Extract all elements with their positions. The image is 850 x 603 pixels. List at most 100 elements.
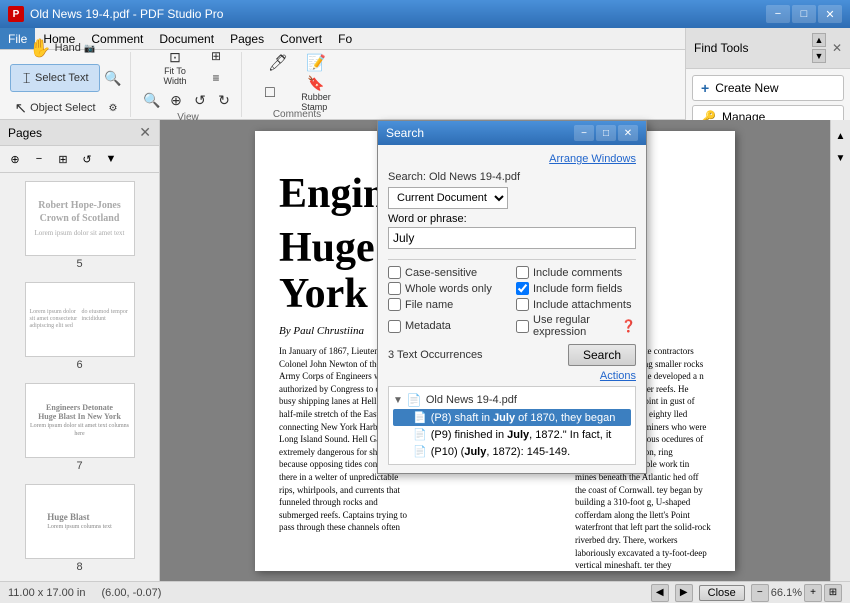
- menu-pages[interactable]: Pages: [222, 28, 272, 49]
- regex-checkbox[interactable]: [516, 320, 529, 333]
- search-dialog-title: Search: [386, 126, 424, 140]
- page-dimensions: 11.00 x 17.00 in: [8, 587, 85, 599]
- regex-help-icon[interactable]: ❓: [621, 319, 636, 333]
- search-file-row: Search: Old News 19-4.pdf: [388, 171, 636, 183]
- search-phrase-input[interactable]: [388, 227, 636, 249]
- page-nav-prev-button[interactable]: ◀: [651, 584, 669, 602]
- zoom-button[interactable]: 🔍: [102, 68, 124, 88]
- results-root[interactable]: ▼ 📄 Old News 19-4.pdf: [393, 391, 631, 409]
- file-name-option: File name: [388, 298, 508, 311]
- page-number-5: 5: [76, 258, 82, 270]
- metadata-label: Metadata: [405, 320, 451, 332]
- object-select-button[interactable]: ↖ Object Select: [10, 94, 100, 122]
- page-prev-button[interactable]: −: [28, 149, 50, 169]
- page-thumbnail-7[interactable]: Engineers DetonateHuge Blast In New York…: [4, 379, 155, 476]
- camera-button[interactable]: 📷: [79, 38, 101, 58]
- page-arrange-button[interactable]: ⊞: [52, 149, 74, 169]
- maximize-button[interactable]: □: [792, 5, 816, 23]
- zoom-in-status-button[interactable]: +: [804, 584, 822, 602]
- metadata-checkbox[interactable]: [388, 320, 401, 333]
- menu-fo[interactable]: Fo: [330, 28, 360, 49]
- search-scope-select[interactable]: Current Document: [388, 187, 508, 209]
- actions-link[interactable]: Actions: [388, 370, 636, 382]
- page-thumbnail-8[interactable]: Huge Blast Lorem ipsum columns text 8: [4, 480, 155, 577]
- fit-to-width-button[interactable]: ⊡ Fit ToWidth: [149, 53, 201, 81]
- minimize-button[interactable]: −: [766, 5, 790, 23]
- app-icon: P: [8, 6, 24, 22]
- zoom-fit-button[interactable]: ⊞: [824, 584, 842, 602]
- sidebar-scroll-down[interactable]: ▼: [833, 150, 849, 166]
- note-button[interactable]: 📝: [298, 49, 334, 77]
- page-rotate-button[interactable]: ↺: [76, 149, 98, 169]
- search-execute-button[interactable]: Search: [568, 344, 636, 366]
- page-number-8: 8: [76, 561, 82, 573]
- status-close-button[interactable]: Close: [699, 585, 745, 601]
- search-label: Search: Old News 19-4.pdf: [388, 171, 520, 183]
- sidebar-scroll-up[interactable]: ▲: [833, 128, 849, 144]
- headline-part5: York: [279, 271, 368, 317]
- pages-panel-title: Pages: [8, 126, 42, 140]
- dialog-close-button[interactable]: ✕: [618, 125, 638, 141]
- include-form-fields-label: Include form fields: [533, 283, 622, 295]
- page-number-7: 7: [76, 460, 82, 472]
- page-thumbnail-6[interactable]: Lorem ipsum dolor sit amet consectetur a…: [4, 278, 155, 375]
- toolbar-group-comments: 🖊 📝 □ 🔖 RubberStamp Comments: [246, 52, 348, 117]
- page-first-button[interactable]: ⊕: [4, 149, 26, 169]
- dialog-minimize-button[interactable]: −: [574, 125, 594, 141]
- page-thumbnail-5[interactable]: Robert Hope-Jones Crown of Scotland Lore…: [4, 177, 155, 274]
- rotate-button[interactable]: ↺: [189, 90, 211, 110]
- zoom-level: 66.1%: [771, 587, 802, 599]
- view-list-button[interactable]: ≡: [205, 68, 227, 88]
- result-item-p9[interactable]: 📄 (P9) finished in July, 1872." In fact,…: [393, 426, 631, 443]
- shape-button[interactable]: □: [252, 79, 288, 107]
- select-text-label: Select Text: [35, 72, 89, 84]
- view-grid-button[interactable]: ⊞: [205, 46, 227, 66]
- whole-words-checkbox[interactable]: [388, 282, 401, 295]
- status-right: ◀ ▶ Close − 66.1% + ⊞: [651, 584, 842, 602]
- result-item-p8[interactable]: 📄 (P8) shaft in July of 1870, they began: [393, 409, 631, 426]
- hand-tool-button[interactable]: ✋ Hand: [33, 34, 77, 62]
- page-more-button[interactable]: ▼: [100, 149, 122, 169]
- zoom-out-button[interactable]: 🔍: [141, 90, 163, 110]
- include-form-fields-checkbox[interactable]: [516, 282, 529, 295]
- pages-panel-close-button[interactable]: ✕: [139, 124, 151, 141]
- extra-button[interactable]: ⚙: [102, 98, 124, 118]
- arrange-windows-link[interactable]: Arrange Windows: [388, 153, 636, 165]
- include-attachments-checkbox[interactable]: [516, 298, 529, 311]
- main-area: Pages ✕ ⊕ − ⊞ ↺ ▼ Robert Hope-Jones Crow…: [0, 120, 850, 581]
- search-options-grid: Case-sensitive Include comments Whole wo…: [388, 266, 636, 338]
- highlight-button[interactable]: 🖊: [260, 49, 296, 77]
- metadata-option: Metadata: [388, 314, 508, 338]
- pointer-icon: ↖: [15, 99, 28, 117]
- include-comments-checkbox[interactable]: [516, 266, 529, 279]
- scroll-up-button[interactable]: ▲: [812, 33, 826, 47]
- rubber-stamp-icon: 🔖: [307, 75, 324, 92]
- stamp-button[interactable]: 🔖 RubberStamp: [290, 79, 342, 107]
- case-sensitive-checkbox[interactable]: [388, 266, 401, 279]
- results-bar: 3 Text Occurrences Search: [388, 344, 636, 366]
- results-root-label: Old News 19-4.pdf: [426, 394, 517, 406]
- window-title: Old News 19-4.pdf - PDF Studio Pro: [30, 7, 766, 21]
- dialog-maximize-button[interactable]: □: [596, 125, 616, 141]
- find-tools-title: Find Tools: [694, 41, 748, 55]
- close-button[interactable]: ✕: [818, 5, 842, 23]
- view-extra-button[interactable]: ↻: [213, 90, 235, 110]
- regex-label: Use regular expression: [533, 314, 617, 338]
- select-text-button[interactable]: 𝙸 Select Text: [10, 64, 100, 92]
- search-divider: [388, 259, 636, 260]
- zoom-in-button[interactable]: ⊕: [165, 90, 187, 110]
- byline: By Paul Chrustiina: [279, 325, 364, 337]
- file-name-checkbox[interactable]: [388, 298, 401, 311]
- find-tools-close-button[interactable]: ✕: [832, 41, 842, 55]
- page-nav-next-button[interactable]: ▶: [675, 584, 693, 602]
- phrase-label: Word or phrase:: [388, 213, 636, 225]
- scroll-down-button[interactable]: ▼: [812, 49, 826, 63]
- tree-arrow-icon: ▼: [393, 395, 403, 406]
- whole-words-option: Whole words only: [388, 282, 508, 295]
- menu-convert[interactable]: Convert: [272, 28, 330, 49]
- result-item-p10[interactable]: 📄 (P10) (July, 1872): 145-149.: [393, 443, 631, 460]
- create-new-button[interactable]: + Create New: [692, 75, 844, 101]
- zoom-out-status-button[interactable]: −: [751, 584, 769, 602]
- fit-icon: ⊡: [169, 49, 181, 66]
- text-cursor-icon: 𝙸: [21, 70, 32, 87]
